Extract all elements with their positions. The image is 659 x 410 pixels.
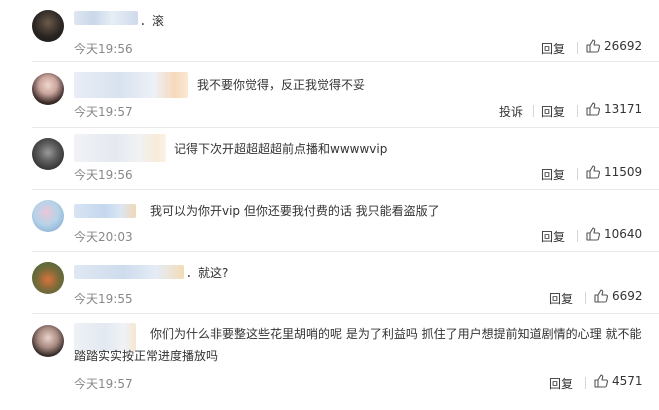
like-count: 13171: [604, 102, 643, 116]
like-count: 26692: [604, 39, 643, 53]
like-count: 6692: [612, 289, 643, 303]
comment-item: ．滚 今天19:56 回复 26692: [0, 0, 659, 62]
comment-text: ．滚: [140, 14, 165, 28]
divider: [577, 42, 578, 54]
comment-text-line2: 踏踏实实按正常进度播放吗: [74, 349, 219, 363]
timestamp: 今天20:03: [74, 230, 133, 244]
comment-item: 我不要你觉得，反正我觉得不妥 今天19:57 投诉 回复 13171: [0, 62, 659, 128]
reply-button[interactable]: 回复: [549, 290, 573, 307]
avatar[interactable]: [32, 10, 64, 42]
avatar[interactable]: [32, 262, 64, 294]
timestamp: 今天19:55: [74, 292, 133, 306]
thumbs-up-icon: [586, 227, 600, 241]
comment-text-line1: 你们为什么非要整这些花里胡哨的呢 是为了利益吗 抓住了用户想提前知道剧情的心理 …: [150, 327, 642, 341]
reply-button[interactable]: 回复: [541, 103, 565, 120]
thumbs-up-icon: [586, 102, 600, 116]
reply-button[interactable]: 回复: [549, 375, 573, 392]
like-button[interactable]: 13171: [586, 102, 642, 116]
username-mosaic[interactable]: [74, 11, 138, 25]
reply-button[interactable]: 回复: [541, 228, 565, 245]
comment-item: ．就这? 今天19:55 回复 6692: [0, 252, 659, 314]
like-count: 4571: [612, 374, 643, 388]
comment-item: 你们为什么非要整这些花里胡哨的呢 是为了利益吗 抓住了用户想提前知道剧情的心理 …: [0, 314, 659, 410]
username-mosaic[interactable]: [74, 265, 184, 279]
comment-text: ．就这?: [186, 266, 229, 280]
like-button[interactable]: 11509: [586, 165, 642, 179]
timestamp: 今天19:56: [74, 42, 133, 56]
comment-text: 记得下次开超超超超前点播和wwwwvip: [174, 142, 388, 156]
thumbs-up-icon: [586, 165, 600, 179]
thumbs-up-icon: [594, 289, 608, 303]
comment-item: 记得下次开超超超超前点播和wwwwvip 今天19:56 回复 11509: [0, 128, 659, 190]
avatar[interactable]: [32, 73, 64, 105]
timestamp: 今天19:57: [74, 377, 133, 391]
thumbs-up-icon: [586, 39, 600, 53]
username-mosaic[interactable]: [74, 134, 166, 162]
username-mosaic[interactable]: [74, 204, 136, 218]
divider: [585, 292, 586, 304]
divider: [585, 377, 586, 389]
reply-button[interactable]: 回复: [541, 40, 565, 57]
divider: [577, 105, 578, 117]
comment-item: 我可以为你开vip 但你还要我付费的话 我只能看盗版了 今天20:03 回复 1…: [0, 190, 659, 252]
comment-text: 我可以为你开vip 但你还要我付费的话 我只能看盗版了: [150, 204, 440, 218]
like-button[interactable]: 6692: [594, 289, 643, 303]
divider: [533, 105, 534, 117]
timestamp: 今天19:56: [74, 168, 133, 182]
report-button[interactable]: 投诉: [499, 103, 523, 120]
avatar[interactable]: [32, 325, 64, 357]
divider: [577, 168, 578, 180]
like-button[interactable]: 10640: [586, 227, 642, 241]
like-count: 10640: [604, 227, 643, 241]
like-button[interactable]: 26692: [586, 39, 642, 53]
like-count: 11509: [604, 165, 643, 179]
timestamp: 今天19:57: [74, 105, 133, 119]
avatar[interactable]: [32, 200, 64, 232]
reply-button[interactable]: 回复: [541, 166, 565, 183]
username-mosaic[interactable]: [74, 72, 188, 98]
avatar[interactable]: [32, 138, 64, 170]
divider: [577, 230, 578, 242]
comment-text: 我不要你觉得，反正我觉得不妥: [197, 78, 366, 92]
like-button[interactable]: 4571: [594, 374, 643, 388]
thumbs-up-icon: [594, 374, 608, 388]
